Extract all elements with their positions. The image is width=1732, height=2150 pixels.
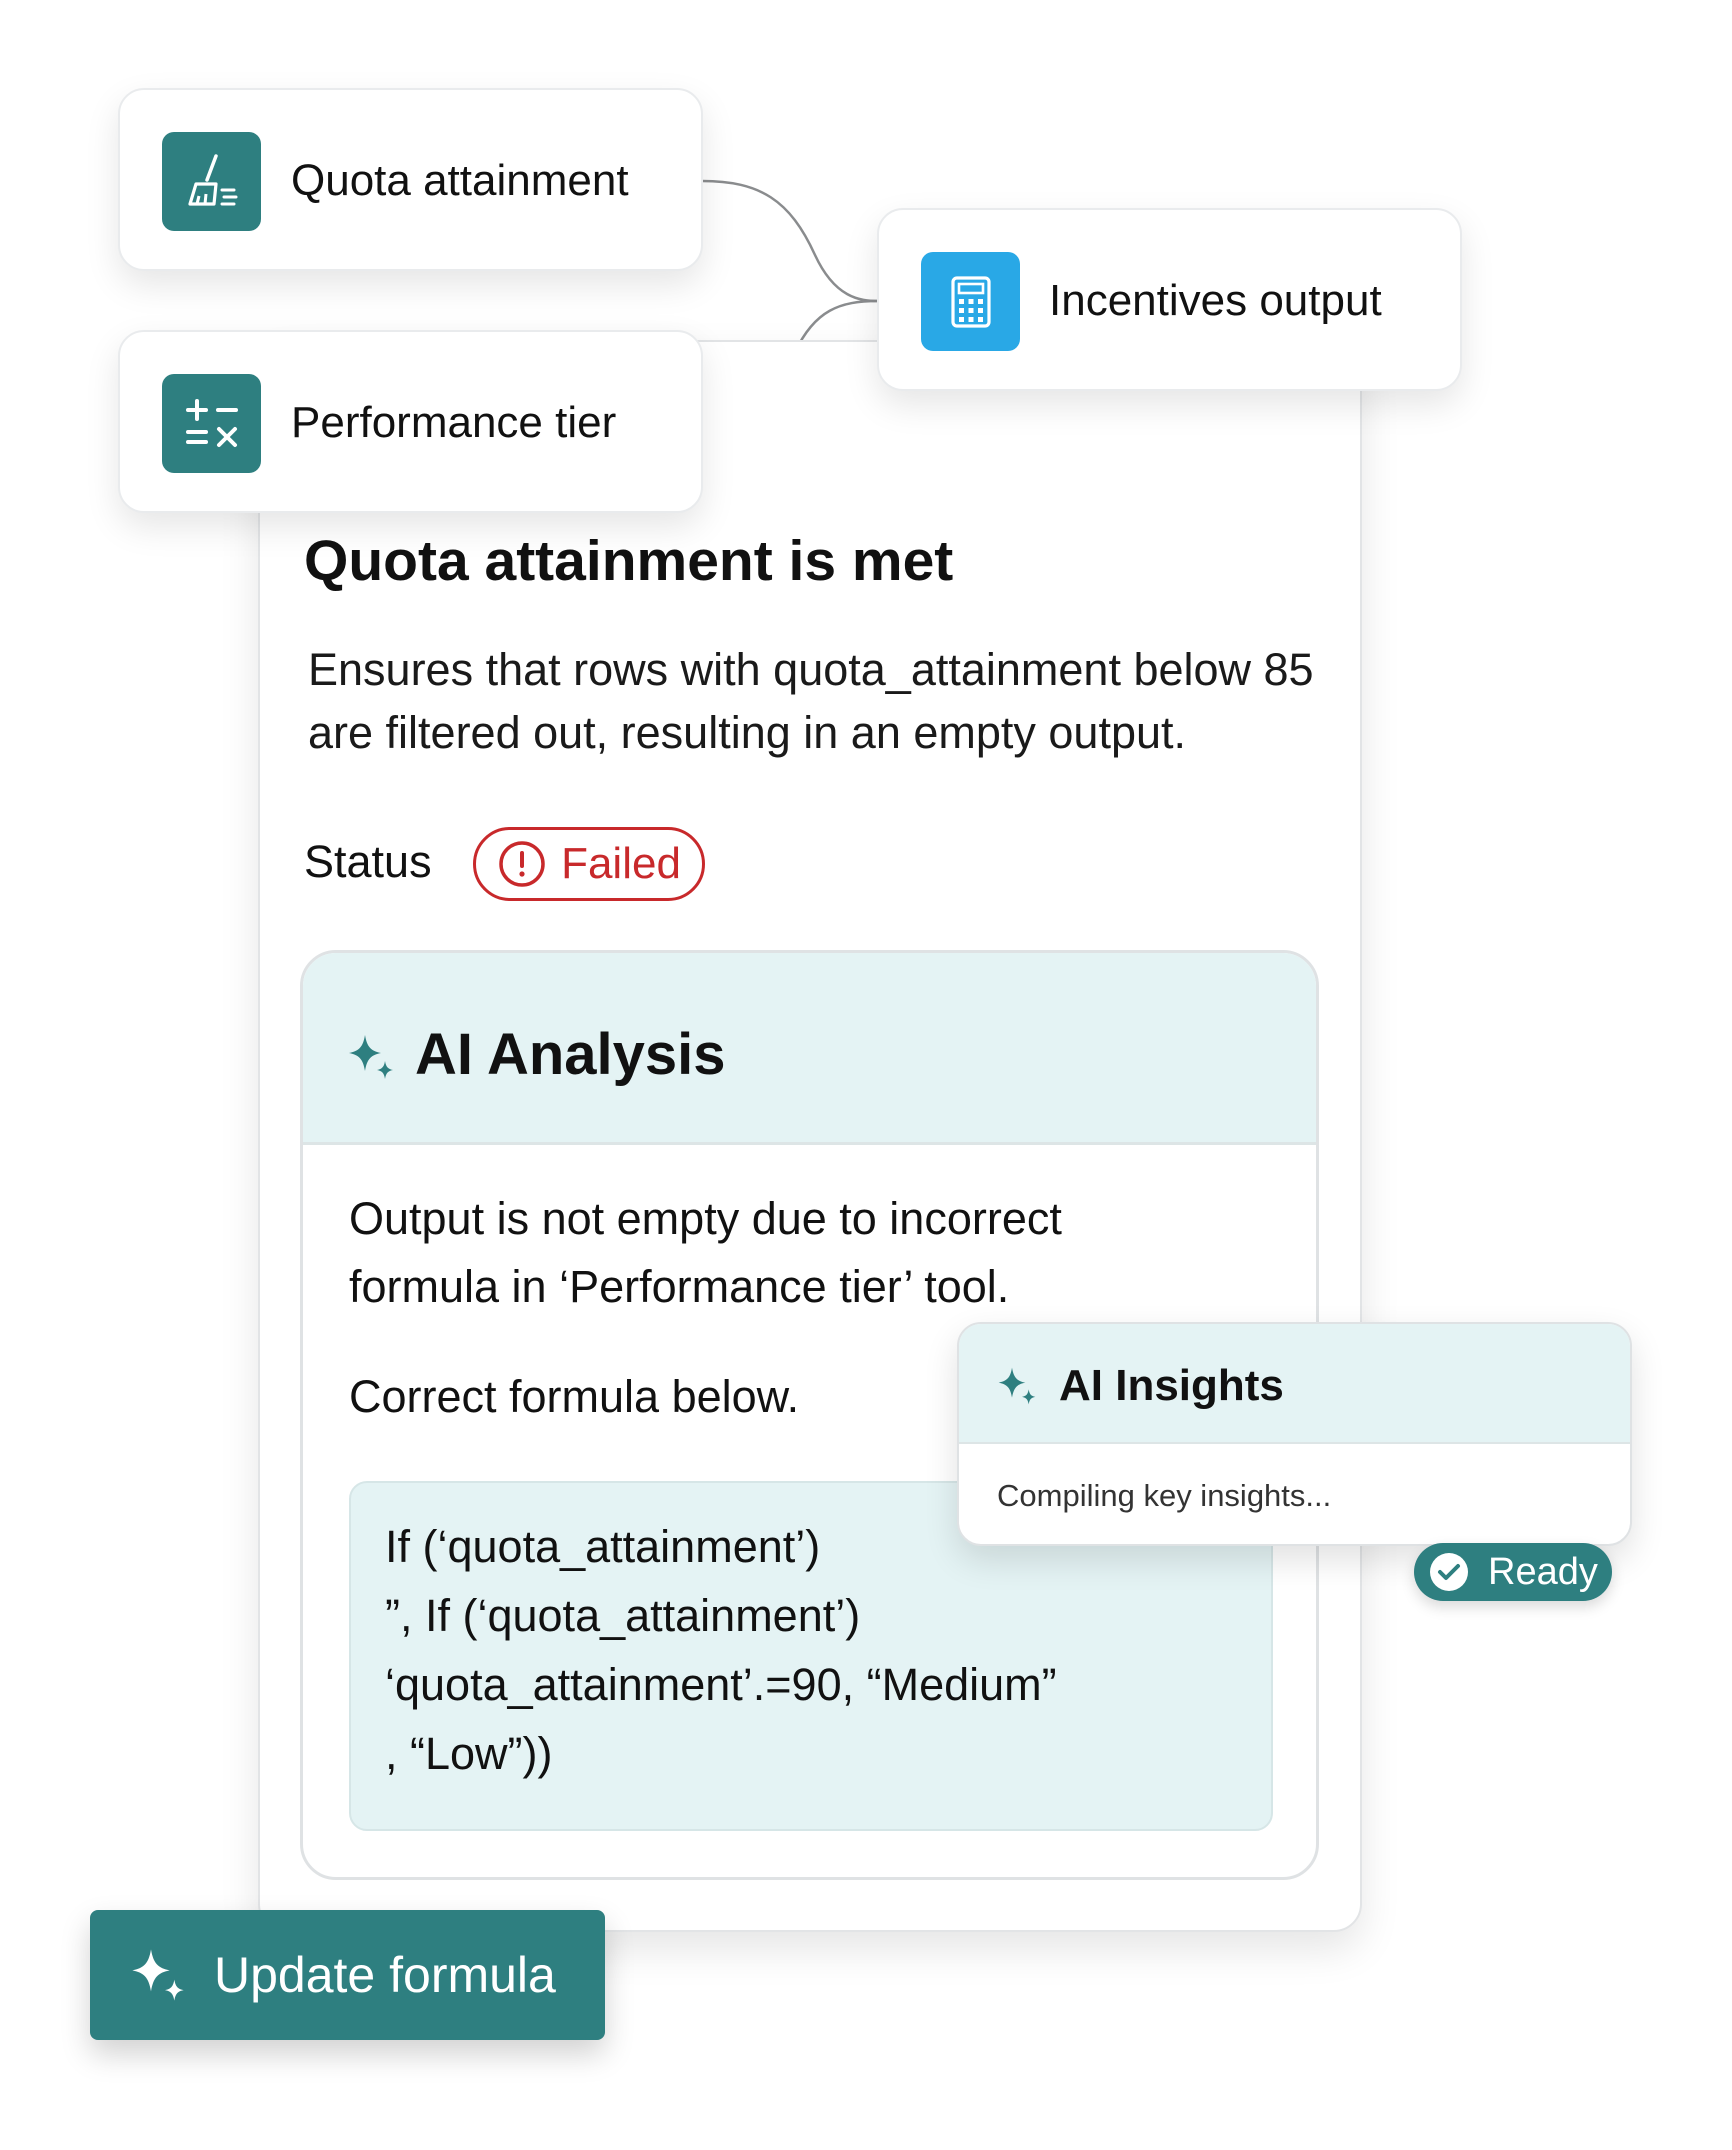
- node-performance-tier[interactable]: Performance tier: [118, 330, 703, 513]
- ready-badge: Ready: [1414, 1543, 1612, 1601]
- ready-label: Ready: [1488, 1550, 1598, 1593]
- status-label: Status: [304, 836, 432, 887]
- code-line: , “Low”)): [385, 1728, 553, 1779]
- ai-insights-title: AI Insights: [1059, 1361, 1284, 1410]
- ai-insights-header: AI Insights: [959, 1324, 1630, 1444]
- ai-insights-status: Compiling key insights...: [997, 1478, 1332, 1513]
- check-circle-icon: [1430, 1553, 1468, 1591]
- update-formula-button[interactable]: Update formula: [90, 1910, 605, 2040]
- node-quota-attainment[interactable]: Quota attainment: [118, 88, 703, 271]
- ai-insights-panel: AI Insights Compiling key insights...: [957, 1322, 1632, 1546]
- ai-analysis-title: AI Analysis: [415, 1022, 726, 1087]
- calculator-icon: [921, 252, 1020, 351]
- rule-title: Quota attainment is met: [304, 529, 954, 593]
- alert-circle-icon: [499, 841, 545, 887]
- node-label: Quota attainment: [291, 156, 629, 205]
- node-label: Performance tier: [291, 398, 617, 447]
- code-line: If (‘quota_attainment’): [385, 1521, 821, 1572]
- broom-icon: [162, 132, 261, 231]
- calculator-ops-icon: [162, 374, 261, 473]
- sparkle-icon: [132, 1949, 184, 2001]
- node-label: Incentives output: [1049, 276, 1382, 325]
- rule-description: Ensures that rows with quota_attainment …: [308, 644, 1314, 758]
- ai-analysis-header: AI Analysis: [303, 953, 1316, 1145]
- ai-analysis-note: Correct formula below.: [349, 1371, 800, 1422]
- sparkle-icon: [998, 1367, 1036, 1405]
- status-badge: Failed: [473, 827, 705, 901]
- node-incentives-output[interactable]: Incentives output: [877, 208, 1462, 391]
- connector-quota-to-incentives: [701, 179, 879, 303]
- code-line: ‘quota_attainment’.=90, “Medium”: [385, 1659, 1057, 1710]
- status-value: Failed: [561, 839, 681, 888]
- update-formula-label: Update formula: [214, 1947, 556, 2003]
- sparkle-icon: [349, 1035, 393, 1079]
- ai-analysis-message: Output is not empty due to incorrect for…: [349, 1193, 1062, 1312]
- code-line: ”, If (‘quota_attainment’): [385, 1590, 861, 1641]
